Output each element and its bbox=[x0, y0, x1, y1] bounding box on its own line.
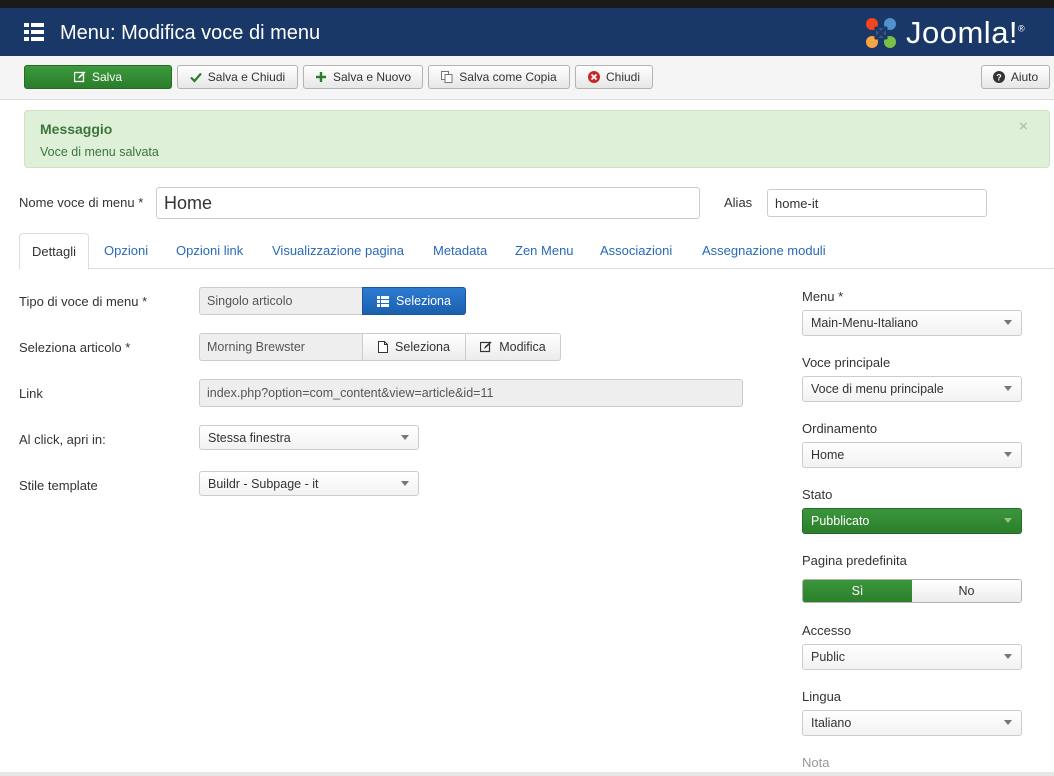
help-button[interactable]: ? Aiuto bbox=[981, 65, 1050, 89]
list-icon[interactable] bbox=[24, 23, 44, 41]
access-label: Accesso bbox=[802, 623, 852, 638]
save-copy-button[interactable]: Salva come Copia bbox=[428, 65, 570, 89]
save-copy-label: Salva come Copia bbox=[459, 70, 557, 84]
menu-type-select-button[interactable]: Seleziona bbox=[362, 287, 466, 315]
access-select[interactable]: Public bbox=[802, 644, 1022, 670]
template-style-label: Stile template bbox=[19, 478, 98, 493]
save-button-label: Salva bbox=[91, 70, 123, 84]
default-page-yes[interactable]: Sì bbox=[803, 580, 912, 602]
article-label: Seleziona articolo * bbox=[19, 340, 131, 355]
tab-metadata[interactable]: Metadata bbox=[433, 233, 487, 269]
note-label: Nota bbox=[802, 755, 830, 770]
svg-text:?: ? bbox=[996, 73, 1002, 83]
chevron-down-icon bbox=[1004, 320, 1012, 325]
tab-zen-menu[interactable]: Zen Menu bbox=[515, 233, 574, 269]
list-icon bbox=[377, 295, 390, 307]
tab-bar: Dettagli Opzioni Opzioni link Visualizza… bbox=[19, 233, 1054, 270]
menu-type-field: Singolo articolo bbox=[199, 287, 363, 315]
menu-label: Menu * bbox=[802, 289, 844, 304]
save-close-label: Salva e Chiudi bbox=[207, 70, 286, 84]
chevron-down-icon bbox=[401, 434, 409, 440]
copy-icon bbox=[441, 71, 453, 83]
success-message: Messaggio Voce di menu salvata × bbox=[24, 110, 1050, 168]
message-title: Messaggio bbox=[40, 121, 113, 137]
check-icon bbox=[190, 71, 202, 83]
parent-select[interactable]: Voce di menu principale bbox=[802, 376, 1022, 402]
edit-icon bbox=[480, 341, 492, 353]
logo-registered: ® bbox=[1018, 23, 1026, 34]
link-label: Link bbox=[19, 386, 43, 401]
tab-associazioni[interactable]: Associazioni bbox=[600, 233, 672, 269]
tab-assegnazione-moduli[interactable]: Assegnazione moduli bbox=[702, 233, 826, 269]
help-button-label: Aiuto bbox=[1010, 70, 1039, 84]
question-icon: ? bbox=[992, 71, 1005, 83]
joomla-logo-icon bbox=[866, 18, 896, 48]
close-icon[interactable]: × bbox=[1019, 118, 1028, 135]
save-button[interactable]: Salva bbox=[24, 65, 172, 89]
tab-visualizzazione-pagina[interactable]: Visualizzazione pagina bbox=[272, 233, 404, 269]
article-field: Morning Brewster bbox=[199, 333, 363, 361]
parent-label: Voce principale bbox=[802, 355, 891, 370]
language-label: Lingua bbox=[802, 689, 842, 704]
page-header: Menu: Modifica voce di menu Joomla!® bbox=[0, 8, 1054, 56]
language-value: Italiano bbox=[811, 716, 852, 730]
ordering-value: Home bbox=[811, 448, 845, 462]
browser-nav-value: Stessa finestra bbox=[208, 430, 291, 445]
browser-top-strip bbox=[0, 0, 1054, 8]
default-page-no[interactable]: No bbox=[912, 580, 1021, 602]
cancel-icon bbox=[587, 71, 600, 83]
status-value: Pubblicato bbox=[811, 514, 870, 528]
chevron-down-icon bbox=[1004, 720, 1012, 725]
status-label: Stato bbox=[802, 487, 833, 502]
link-field: index.php?option=com_content&view=articl… bbox=[199, 379, 743, 407]
chevron-down-icon bbox=[1004, 654, 1012, 659]
menu-select[interactable]: Main-Menu-Italiano bbox=[802, 310, 1022, 336]
plus-icon bbox=[315, 71, 327, 83]
default-page-label: Pagina predefinita bbox=[802, 553, 907, 568]
language-select[interactable]: Italiano bbox=[802, 710, 1022, 736]
browser-nav-label: Al click, apri in: bbox=[19, 432, 106, 447]
menu-value: Main-Menu-Italiano bbox=[811, 316, 918, 330]
chevron-down-icon bbox=[1004, 518, 1012, 523]
alias-input[interactable] bbox=[767, 189, 987, 217]
tab-opzioni[interactable]: Opzioni bbox=[104, 233, 148, 269]
close-button-label: Chiudi bbox=[605, 70, 641, 84]
chevron-down-icon bbox=[1004, 386, 1012, 391]
logo-text: Joomla! bbox=[906, 15, 1019, 50]
article-select-button[interactable]: Seleziona bbox=[362, 333, 466, 361]
toolbar: Salva Salva e Chiudi Salva e Nuovo Salva… bbox=[0, 56, 1054, 100]
page-bottom-edge bbox=[0, 772, 1054, 776]
edit-icon bbox=[73, 71, 86, 83]
alias-label: Alias bbox=[724, 195, 753, 210]
ordering-select[interactable]: Home bbox=[802, 442, 1022, 468]
article-select-label: Seleziona bbox=[395, 340, 450, 354]
ordering-label: Ordinamento bbox=[802, 421, 878, 436]
menu-type-select-label: Seleziona bbox=[396, 294, 451, 308]
save-new-button[interactable]: Salva e Nuovo bbox=[303, 65, 423, 89]
template-style-value: Buildr - Subpage - it bbox=[208, 476, 319, 491]
status-select[interactable]: Pubblicato bbox=[802, 508, 1022, 534]
chevron-down-icon bbox=[401, 480, 409, 486]
tab-dettagli[interactable]: Dettagli bbox=[19, 233, 89, 270]
message-text: Voce di menu salvata bbox=[40, 145, 159, 159]
close-button[interactable]: Chiudi bbox=[575, 65, 653, 89]
article-edit-label: Modifica bbox=[499, 340, 546, 354]
menu-type-label: Tipo di voce di menu * bbox=[19, 294, 148, 309]
default-page-toggle: Sì No bbox=[802, 579, 1022, 603]
file-icon bbox=[378, 341, 389, 353]
chevron-down-icon bbox=[1004, 452, 1012, 457]
title-label: Nome voce di menu * bbox=[19, 195, 144, 210]
save-close-button[interactable]: Salva e Chiudi bbox=[177, 65, 298, 89]
page-title: Menu: Modifica voce di menu bbox=[60, 22, 321, 44]
save-new-label: Salva e Nuovo bbox=[332, 70, 412, 84]
article-edit-button[interactable]: Modifica bbox=[465, 333, 561, 361]
parent-value: Voce di menu principale bbox=[811, 382, 944, 396]
template-style-select[interactable]: Buildr - Subpage - it bbox=[199, 471, 419, 496]
tab-opzioni-link[interactable]: Opzioni link bbox=[176, 233, 243, 269]
browser-nav-select[interactable]: Stessa finestra bbox=[199, 425, 419, 450]
joomla-logo: Joomla!® bbox=[862, 13, 1025, 53]
access-value: Public bbox=[811, 650, 846, 664]
title-input[interactable] bbox=[156, 187, 700, 219]
